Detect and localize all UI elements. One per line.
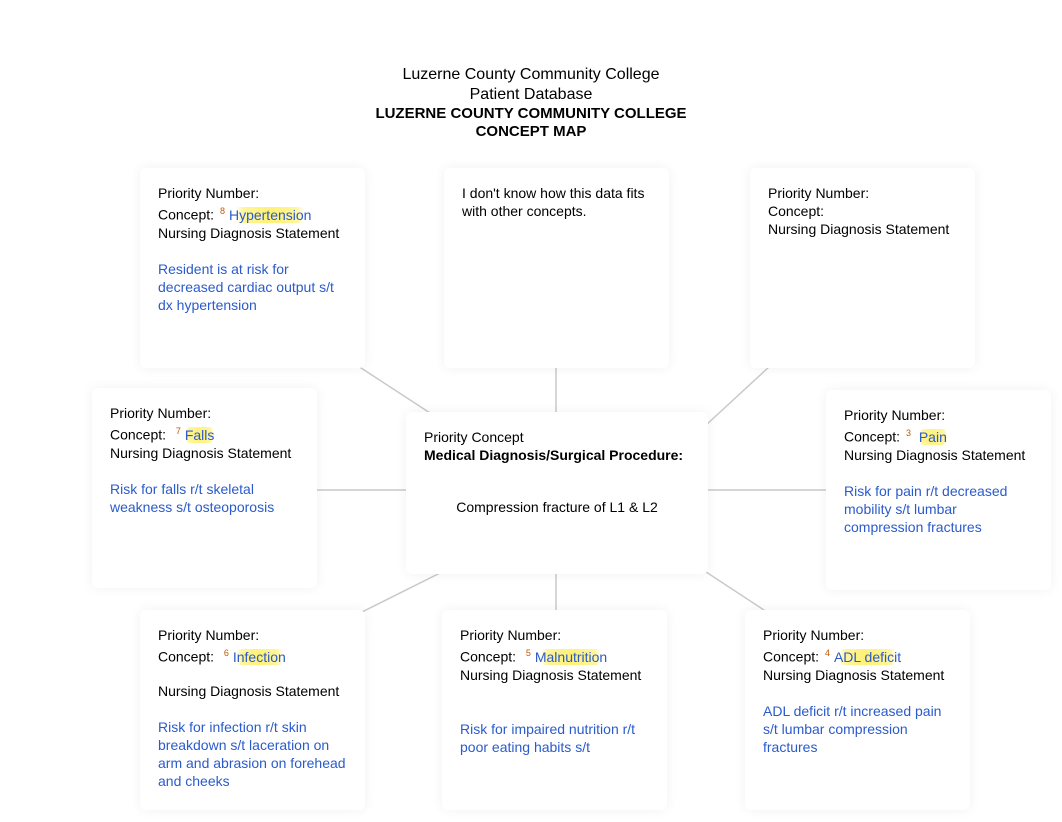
concept-value: Malnutrition <box>531 649 611 665</box>
concept-line: Concept: 3 Pain <box>844 424 1033 446</box>
concept-label: Concept: <box>460 649 516 665</box>
center-dx: Compression fracture of L1 & L2 <box>424 498 690 516</box>
page-header: Luzerne County Community College Patient… <box>0 65 1062 141</box>
concept-label: Concept: <box>158 207 214 223</box>
box-top-left: Priority Number: Concept: 8Hypertension … <box>140 168 365 368</box>
priority-label: Priority Number: <box>768 184 957 202</box>
concept-label: Concept: <box>763 649 819 665</box>
nds-label: Nursing Diagnosis Statement <box>763 666 952 684</box>
nds-statement: Risk for falls r/t skeletal weakness s/t… <box>110 480 299 516</box>
box-bottom-right: Priority Number: Concept: 4ADL deficit N… <box>745 610 970 810</box>
priority-label: Priority Number: <box>460 626 649 644</box>
priority-label: Priority Number: <box>844 406 1033 424</box>
nds-statement: Resident is at risk for decreased cardia… <box>158 260 347 314</box>
header-line2: Patient Database <box>0 85 1062 105</box>
box-middle-right: Priority Number: Concept: 3 Pain Nursing… <box>826 390 1051 590</box>
concept-value: Pain <box>915 429 951 445</box>
header-line1: Luzerne County Community College <box>0 65 1062 85</box>
concept-value: Falls <box>181 427 219 443</box>
concept-line: Concept: 4ADL deficit <box>763 644 952 666</box>
box-bottom-middle: Priority Number: Concept: 5Malnutrition … <box>442 610 667 810</box>
concept-line: Concept: 7Falls <box>110 422 299 444</box>
concept-label: Concept: <box>844 429 900 445</box>
header-line3: LUZERNE COUNTY COMMUNITY COLLEGE <box>0 105 1062 123</box>
priority-concept-label: Priority Concept <box>424 428 690 446</box>
nds-label: Nursing Diagnosis Statement <box>110 444 299 462</box>
box-bottom-left: Priority Number: Concept: 6Infection Nur… <box>140 610 365 810</box>
box-top-middle: I don't know how this data fits with oth… <box>444 168 669 368</box>
unknown-data-note: I don't know how this data fits with oth… <box>462 184 651 220</box>
nds-label: Nursing Diagnosis Statement <box>158 224 347 242</box>
concept-label: Concept: <box>158 649 214 665</box>
concept-label: Concept: <box>110 427 166 443</box>
header-line4: CONCEPT MAP <box>0 123 1062 141</box>
nds-label: Nursing Diagnosis Statement <box>844 446 1033 464</box>
concept-line: Concept: 8Hypertension <box>158 202 347 224</box>
concept-value: Hypertension <box>225 207 316 223</box>
nds-label: Nursing Diagnosis Statement <box>460 666 649 684</box>
concept-value: ADL deficit <box>830 649 905 665</box>
priority-label: Priority Number: <box>110 404 299 422</box>
concept-value: Infection <box>229 649 290 665</box>
box-middle-left: Priority Number: Concept: 7Falls Nursing… <box>92 388 317 588</box>
concept-line: Concept: <box>768 202 957 220</box>
concept-line: Concept: 6Infection <box>158 644 347 666</box>
box-top-right: Priority Number: Concept: Nursing Diagno… <box>750 168 975 368</box>
concept-label: Concept: <box>768 203 824 219</box>
nds-statement: ADL deficit r/t increased pain s/t lumba… <box>763 702 952 756</box>
concept-line: Concept: 5Malnutrition <box>460 644 649 666</box>
priority-label: Priority Number: <box>158 626 347 644</box>
priority-label: Priority Number: <box>763 626 952 644</box>
nds-label: Nursing Diagnosis Statement <box>158 682 347 700</box>
concept-sup: 3 <box>906 428 911 438</box>
box-center: Priority Concept Medical Diagnosis/Surgi… <box>406 412 708 574</box>
nds-statement: Risk for infection r/t skin breakdown s/… <box>158 718 347 790</box>
nds-label: Nursing Diagnosis Statement <box>768 220 957 238</box>
med-dx-label: Medical Diagnosis/Surgical Procedure: <box>424 446 690 464</box>
priority-label: Priority Number: <box>158 184 347 202</box>
nds-statement: Risk for impaired nutrition r/t poor eat… <box>460 720 649 756</box>
nds-statement: Risk for pain r/t decreased mobility s/t… <box>844 482 1033 536</box>
